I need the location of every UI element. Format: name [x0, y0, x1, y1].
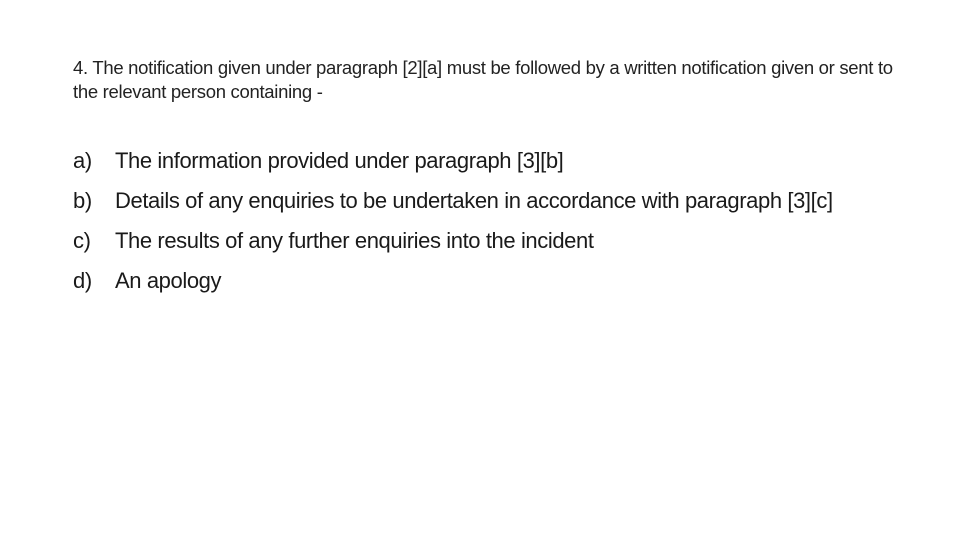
list-item-text: Details of any enquiries to be undertake… [115, 188, 833, 213]
list-item: a) The information provided under paragr… [73, 146, 853, 176]
list-item: c) The results of any further enquiries … [73, 226, 853, 256]
slide: 4. The notification given under paragrap… [0, 0, 960, 540]
intro-paragraph: 4. The notification given under paragrap… [73, 57, 893, 102]
list-marker: d) [73, 268, 92, 293]
list-item-text: The results of any further enquiries int… [115, 228, 594, 253]
list-item: d) An apology [73, 266, 853, 296]
list-item: b) Details of any enquiries to be undert… [73, 186, 853, 216]
list-item-text: The information provided under paragraph… [115, 148, 564, 173]
list-marker: b) [73, 188, 92, 213]
list-item-text: An apology [115, 268, 222, 293]
list-marker: a) [73, 148, 92, 173]
requirements-list: a) The information provided under paragr… [73, 146, 853, 306]
list-marker: c) [73, 228, 91, 253]
